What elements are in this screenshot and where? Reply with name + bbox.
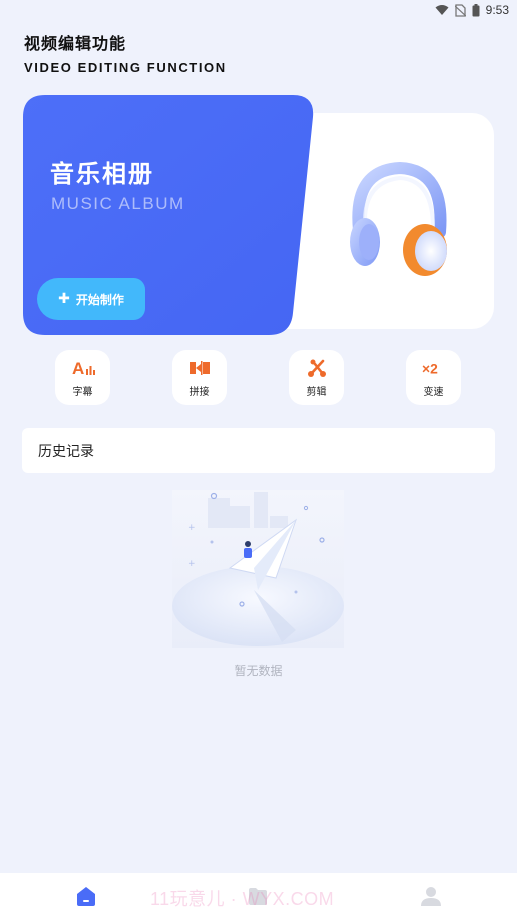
tool-speed-label: 变速 [423, 386, 444, 398]
tool-cut-button[interactable]: 剪辑 [289, 350, 344, 405]
battery-icon [472, 3, 480, 16]
status-bar: 9:53 [0, 0, 517, 24]
tool-splice-button[interactable]: 拼接 [172, 350, 227, 405]
status-time: 9:53 [485, 3, 509, 17]
svg-text:+: + [188, 559, 196, 569]
speed-x2-icon: ×2 [422, 358, 446, 378]
splice-icon [188, 358, 212, 378]
svg-text:+: + [188, 523, 196, 533]
history-title: 历史记录 [38, 443, 94, 460]
watermark: 11玩意儿 · WYX.COM [150, 889, 335, 909]
start-create-button[interactable]: ✚ 开始制作 [37, 278, 145, 320]
tool-subtitle-label: 字幕 [72, 386, 93, 398]
home-icon [77, 887, 95, 906]
tool-cut-label: 剪辑 [306, 386, 327, 398]
nav-home[interactable] [75, 885, 97, 911]
start-create-label: 开始制作 [75, 292, 124, 307]
tool-subtitle-button[interactable]: A 字幕 [55, 350, 110, 405]
history-section-header[interactable]: 历史记录 [22, 428, 495, 473]
wifi-icon [435, 5, 449, 15]
svg-text:×2: ×2 [422, 360, 438, 376]
nav-profile[interactable] [420, 885, 442, 911]
empty-state-text: 暂无数据 [234, 664, 283, 678]
tool-splice-label: 拼接 [189, 386, 210, 398]
banner-subtitle: MUSIC ALBUM [51, 194, 185, 213]
headphone-icon [350, 161, 447, 276]
page-title: 视频编辑功能 [24, 34, 127, 53]
empty-state-illustration: + + [172, 490, 344, 648]
svg-text:A: A [72, 359, 84, 378]
profile-icon [421, 887, 441, 906]
scissors-icon [305, 358, 329, 378]
no-sim-icon [454, 3, 466, 17]
status-icons: 9:53 [435, 3, 509, 17]
page-subtitle: VIDEO EDITING FUNCTION [24, 60, 227, 75]
tool-speed-button[interactable]: ×2 变速 [406, 350, 461, 405]
page-header: 视频编辑功能 VIDEO EDITING FUNCTION [24, 30, 227, 75]
subtitle-icon: A [71, 358, 95, 378]
plus-icon: ✚ [58, 291, 70, 307]
banner-title: 音乐相册 [50, 160, 154, 188]
